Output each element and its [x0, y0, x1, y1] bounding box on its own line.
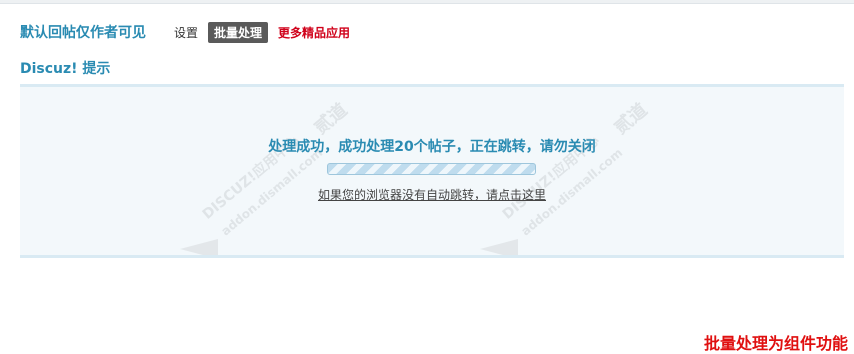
nav-more-apps-link[interactable]: 更多精品应用: [278, 24, 350, 41]
progress-bar: [327, 163, 536, 175]
notice-title: Discuz! 提示: [20, 61, 111, 77]
success-message: 处理成功，成功处理20个帖子，正在跳转，请勿关闭: [268, 139, 596, 155]
plugin-title: 默认回帖仅作者可见: [20, 25, 146, 41]
watermark-mark: 贰道: [610, 99, 652, 139]
watermark-mark: 贰道: [310, 99, 352, 139]
redirect-link[interactable]: 如果您的浏览器没有自动跳转，请点击这里: [20, 186, 844, 203]
header-bar: 默认回帖仅作者可见 设置 批量处理 更多精品应用: [20, 21, 350, 43]
notice-box: DISCUZ!应用中心 addon.dismall.com 贰道 DISCUZ!…: [20, 84, 844, 258]
nav-batch-tab[interactable]: 批量处理: [208, 21, 269, 43]
watermark-arrow-icon: [180, 239, 218, 255]
top-border: [0, 0, 854, 4]
nav-settings-link[interactable]: 设置: [174, 24, 198, 41]
footer-annotation: 批量处理为组件功能: [703, 334, 848, 353]
watermark-arrow-icon: [480, 239, 518, 255]
